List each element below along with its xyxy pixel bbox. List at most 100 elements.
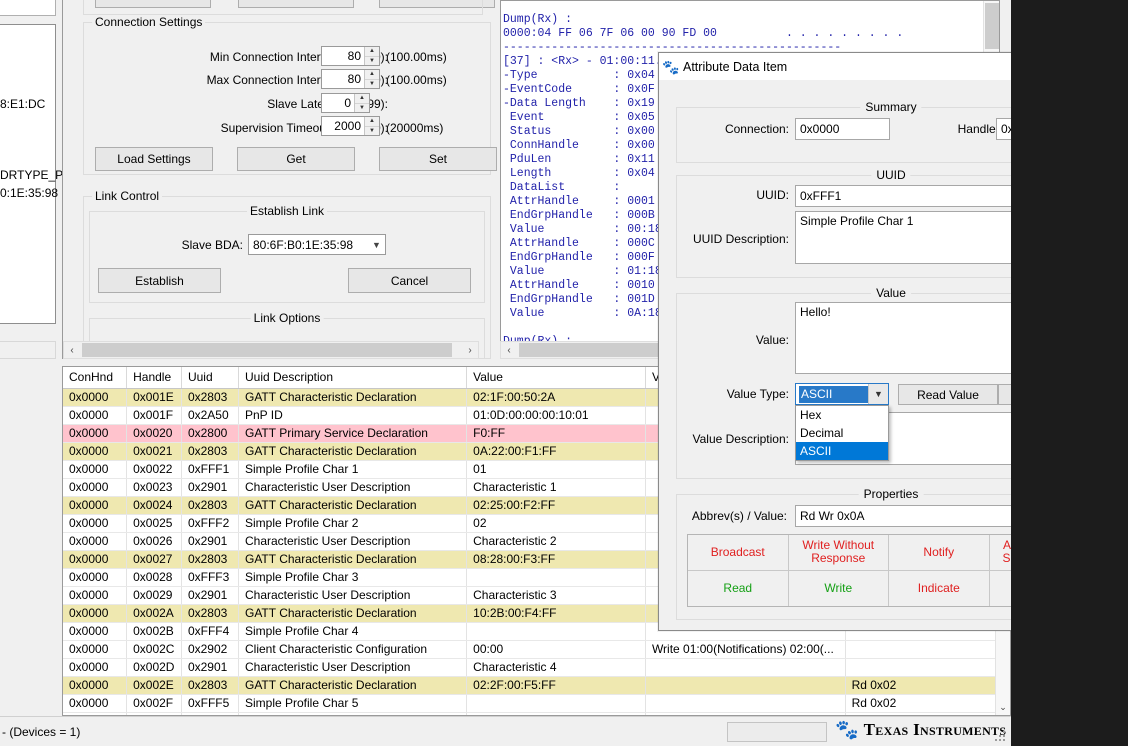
- property-flag[interactable]: Authenticated Signed Writes: [990, 535, 1012, 571]
- table-column-header[interactable]: ConHnd: [63, 367, 127, 388]
- read-value-button[interactable]: Read Value: [898, 384, 998, 405]
- log-vscroll-thumb[interactable]: [985, 3, 999, 49]
- property-flag[interactable]: Write Without Response: [789, 535, 890, 571]
- load-settings-button[interactable]: Load Settings: [95, 147, 213, 171]
- table-cell: 0x0026: [127, 532, 182, 550]
- property-flag[interactable]: Read: [688, 571, 789, 607]
- max-conn-interval-arrows[interactable]: ▲▼: [364, 70, 379, 88]
- top-cut-groupbox: [83, 0, 483, 15]
- handle-field[interactable]: 0x0022: [996, 118, 1011, 140]
- table-column-header[interactable]: Handle: [127, 367, 182, 388]
- spin-down-icon[interactable]: ▼: [365, 80, 379, 89]
- table-cell: 0x0000: [63, 460, 127, 478]
- table-cell: 0x2901: [181, 478, 238, 496]
- min-conn-interval-stepper[interactable]: 80 ▲▼: [321, 46, 380, 66]
- spin-up-icon[interactable]: ▲: [355, 94, 369, 104]
- value-label: Value:: [719, 333, 789, 347]
- slave-latency-stepper[interactable]: 0 ▲▼: [321, 93, 370, 113]
- slave-latency-arrows[interactable]: ▲▼: [354, 94, 369, 112]
- table-row[interactable]: 0x00000x002C0x2902Client Characteristic …: [63, 640, 997, 658]
- value-type-option[interactable]: Hex: [796, 406, 888, 424]
- max-conn-interval-value[interactable]: 80: [322, 70, 364, 88]
- table-column-header[interactable]: Uuid Description: [238, 367, 466, 388]
- slave-bda-value[interactable]: 80:6F:B0:1E:35:98: [249, 238, 368, 252]
- table-row[interactable]: 0x00000x002F0xFFF5Simple Profile Char 5R…: [63, 694, 997, 712]
- get-button[interactable]: Get: [237, 147, 355, 171]
- spin-down-icon[interactable]: ▼: [355, 104, 369, 113]
- ti-logo: 🐾 Texas Instruments: [835, 720, 1006, 740]
- value-type-option[interactable]: Decimal: [796, 424, 888, 442]
- max-conn-interval-stepper[interactable]: 80 ▲▼: [321, 69, 380, 89]
- write-value-button[interactable]: Write Value: [998, 384, 1011, 405]
- abbrev-field[interactable]: Rd Wr 0x0A: [795, 505, 1011, 527]
- spin-up-icon[interactable]: ▲: [365, 47, 379, 57]
- spin-down-icon[interactable]: ▼: [365, 57, 379, 66]
- chevron-down-icon[interactable]: ▼: [368, 240, 385, 250]
- table-cell: 02:1F:00:50:2A: [467, 388, 646, 406]
- connection-settings-legend: Connection Settings: [92, 15, 205, 29]
- settings-hscroll-track[interactable]: [80, 342, 462, 358]
- uuid-field[interactable]: 0xFFF1: [795, 185, 1011, 207]
- property-flag[interactable]: Extended Properties: [990, 571, 1012, 607]
- table-row[interactable]: 0x00000x002D0x2901Characteristic User De…: [63, 658, 997, 676]
- left-panel-hscrollbar[interactable]: ‹: [0, 341, 56, 359]
- uuid-description-field[interactable]: Simple Profile Char 1 ⌃⌄: [795, 211, 1011, 264]
- table-cell: Characteristic User Description: [238, 586, 466, 604]
- chevron-down-icon[interactable]: ▼: [868, 384, 888, 404]
- dialog-titlebar[interactable]: 🐾 Attribute Data Item ✕: [659, 53, 1011, 81]
- table-cell: 0x0000: [63, 442, 127, 460]
- table-cell: 0x2803: [181, 442, 238, 460]
- spin-down-icon[interactable]: ▼: [365, 127, 379, 136]
- property-flag[interactable]: Notify: [889, 535, 990, 571]
- table-cell: 02: [467, 514, 646, 532]
- log-scroll-left-icon[interactable]: ‹: [501, 345, 517, 356]
- resize-grip-icon[interactable]: [995, 731, 1007, 743]
- slave-bda-combobox[interactable]: 80:6F:B0:1E:35:98 ▼: [248, 234, 386, 255]
- supervision-timeout-arrows[interactable]: ▲▼: [364, 117, 379, 135]
- settings-scroll-right-icon[interactable]: ›: [462, 345, 478, 356]
- set-button[interactable]: Set: [379, 147, 497, 171]
- min-conn-interval-value[interactable]: 80: [322, 47, 364, 65]
- table-column-header[interactable]: Uuid: [181, 367, 238, 388]
- cancel-button[interactable]: Cancel: [348, 268, 471, 293]
- abbrev-label: Abbrev(s) / Value:: [677, 509, 787, 523]
- settings-hscroll-thumb[interactable]: [82, 343, 452, 357]
- value-type-option[interactable]: ASCII: [796, 442, 888, 460]
- table-cell: 0x0024: [127, 496, 182, 514]
- settings-scroll-left-icon[interactable]: ‹: [64, 345, 80, 356]
- table-scroll-down-icon[interactable]: ⌄: [996, 699, 1010, 715]
- table-row[interactable]: 0x00000x002E0x2803GATT Characteristic De…: [63, 676, 997, 694]
- property-flag[interactable]: Broadcast: [688, 535, 789, 571]
- summary-legend: Summary: [860, 100, 921, 114]
- left-fragment-0: 8:E1:DC: [0, 97, 45, 111]
- table-cell: 0x002A: [127, 604, 182, 622]
- table-cell: Client Characteristic Configuration: [238, 640, 466, 658]
- table-cell: 0x0000: [63, 550, 127, 568]
- connection-label: Connection:: [709, 122, 789, 136]
- app-window: 8:E1:DC DRTYPE_P 0:1E:35:98 ‹ Connection…: [0, 0, 1011, 746]
- connection-field[interactable]: 0x0000: [795, 118, 890, 140]
- table-cell: 0x0000: [63, 424, 127, 442]
- table-column-header[interactable]: Value: [467, 367, 646, 388]
- property-flag[interactable]: Write: [789, 571, 890, 607]
- supervision-timeout-stepper[interactable]: 2000 ▲▼: [321, 116, 380, 136]
- settings-hscrollbar[interactable]: ‹ ›: [63, 341, 479, 359]
- slave-latency-value[interactable]: 0: [322, 94, 354, 112]
- supervision-timeout-value[interactable]: 2000: [322, 117, 364, 135]
- uuid-label: UUID:: [719, 188, 789, 202]
- max-conn-interval-unit: (100.00ms): [386, 73, 447, 87]
- spin-up-icon[interactable]: ▲: [365, 117, 379, 127]
- establish-button[interactable]: Establish: [98, 268, 221, 293]
- min-conn-interval-arrows[interactable]: ▲▼: [364, 47, 379, 65]
- value-type-combobox[interactable]: ASCII ▼: [795, 383, 889, 405]
- handle-label: Handle:: [939, 122, 999, 136]
- value-type-selected[interactable]: ASCII: [799, 386, 868, 403]
- spin-up-icon[interactable]: ▲: [365, 70, 379, 80]
- value-field[interactable]: Hello! ⌃⌄: [795, 302, 1011, 374]
- value-type-dropdown-list[interactable]: HexDecimalASCII: [795, 405, 889, 461]
- table-cell: 0x0000: [63, 496, 127, 514]
- table-cell: 01: [467, 460, 646, 478]
- dialog-title: Attribute Data Item: [683, 60, 1011, 74]
- table-cell: GATT Characteristic Declaration: [238, 388, 466, 406]
- property-flag[interactable]: Indicate: [889, 571, 990, 607]
